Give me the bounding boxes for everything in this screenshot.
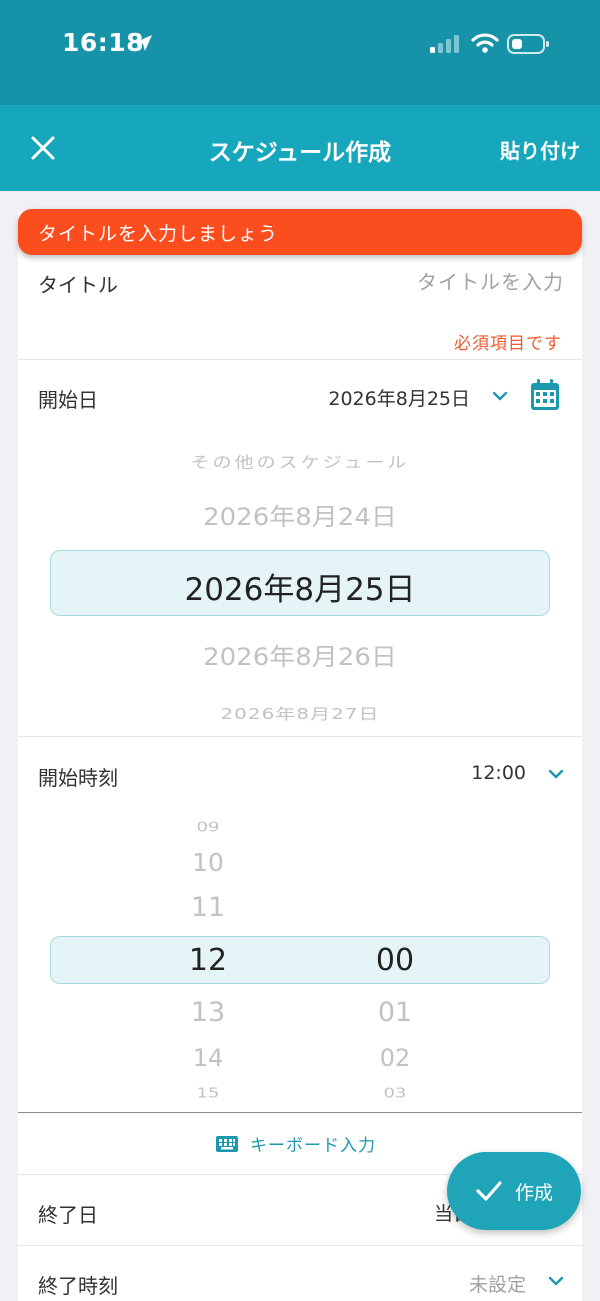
hour-option[interactable]: 11 bbox=[168, 892, 248, 923]
hour-option[interactable]: 10 bbox=[168, 848, 248, 877]
status-bar: 16:18 bbox=[0, 0, 600, 105]
chevron-down-icon[interactable] bbox=[548, 1275, 564, 1287]
date-picker-option[interactable]: その他のスケジュール bbox=[18, 451, 582, 473]
create-button[interactable]: 作成 bbox=[447, 1152, 581, 1230]
battery-icon bbox=[507, 33, 551, 59]
date-picker-option[interactable]: 2026年8月26日 bbox=[18, 638, 582, 672]
end-time-label: 終了時刻 bbox=[38, 1274, 118, 1298]
start-time-value[interactable]: 12:00 bbox=[471, 762, 526, 784]
title-input[interactable] bbox=[264, 270, 564, 294]
end-time-value[interactable]: 未設定 bbox=[469, 1270, 526, 1297]
minute-option[interactable]: 02 bbox=[355, 1044, 435, 1072]
keyboard-input-label: キーボード入力 bbox=[250, 1136, 376, 1156]
start-time-label: 開始時刻 bbox=[38, 766, 118, 790]
wifi-icon bbox=[471, 32, 499, 58]
date-picker-option[interactable]: 2026年8月27日 bbox=[18, 702, 582, 724]
date-picker-selected[interactable]: 2026年8月25日 bbox=[18, 564, 582, 609]
start-date-value[interactable]: 2026年8月25日 bbox=[328, 384, 470, 411]
keyboard-input-button[interactable]: キーボード入力 bbox=[216, 1131, 376, 1156]
calendar-icon[interactable] bbox=[530, 379, 560, 411]
navigation-bar: スケジュール作成 貼り付け bbox=[0, 105, 600, 191]
minute-option[interactable]: 01 bbox=[355, 997, 435, 1028]
cellular-signal-icon bbox=[430, 34, 462, 58]
hour-option[interactable]: 13 bbox=[168, 997, 248, 1028]
chevron-down-icon[interactable] bbox=[548, 768, 564, 780]
start-date-label: 開始日 bbox=[38, 388, 98, 412]
date-picker-option[interactable]: 2026年8月24日 bbox=[18, 498, 582, 532]
end-date-label: 終了日 bbox=[38, 1203, 98, 1227]
status-time: 16:18 bbox=[62, 28, 145, 57]
paste-button[interactable]: 貼り付け bbox=[500, 135, 580, 164]
location-arrow-icon bbox=[134, 33, 154, 57]
error-toast: タイトルを入力しましょう bbox=[18, 209, 582, 255]
create-button-label: 作成 bbox=[514, 1181, 553, 1204]
divider bbox=[18, 359, 582, 360]
title-label: タイトル bbox=[38, 273, 118, 297]
hour-option[interactable]: 09 bbox=[168, 820, 248, 836]
checkmark-icon bbox=[476, 1181, 502, 1201]
hour-selected[interactable]: 12 bbox=[168, 943, 248, 978]
minute-option[interactable]: 03 bbox=[355, 1086, 435, 1102]
divider bbox=[18, 736, 582, 737]
minute-selected[interactable]: 00 bbox=[355, 943, 435, 978]
chevron-down-icon[interactable] bbox=[492, 390, 508, 402]
time-picker-selection bbox=[50, 936, 550, 984]
hour-option[interactable]: 15 bbox=[168, 1086, 248, 1102]
required-error-text: 必須項目です bbox=[454, 334, 562, 354]
divider bbox=[18, 1245, 582, 1246]
keyboard-icon bbox=[216, 1135, 238, 1152]
hour-option[interactable]: 14 bbox=[168, 1044, 248, 1072]
schedule-form: タイトル 必須項目です 開始日 2026年8月25日 その他のスケジュール 20… bbox=[18, 212, 582, 1301]
